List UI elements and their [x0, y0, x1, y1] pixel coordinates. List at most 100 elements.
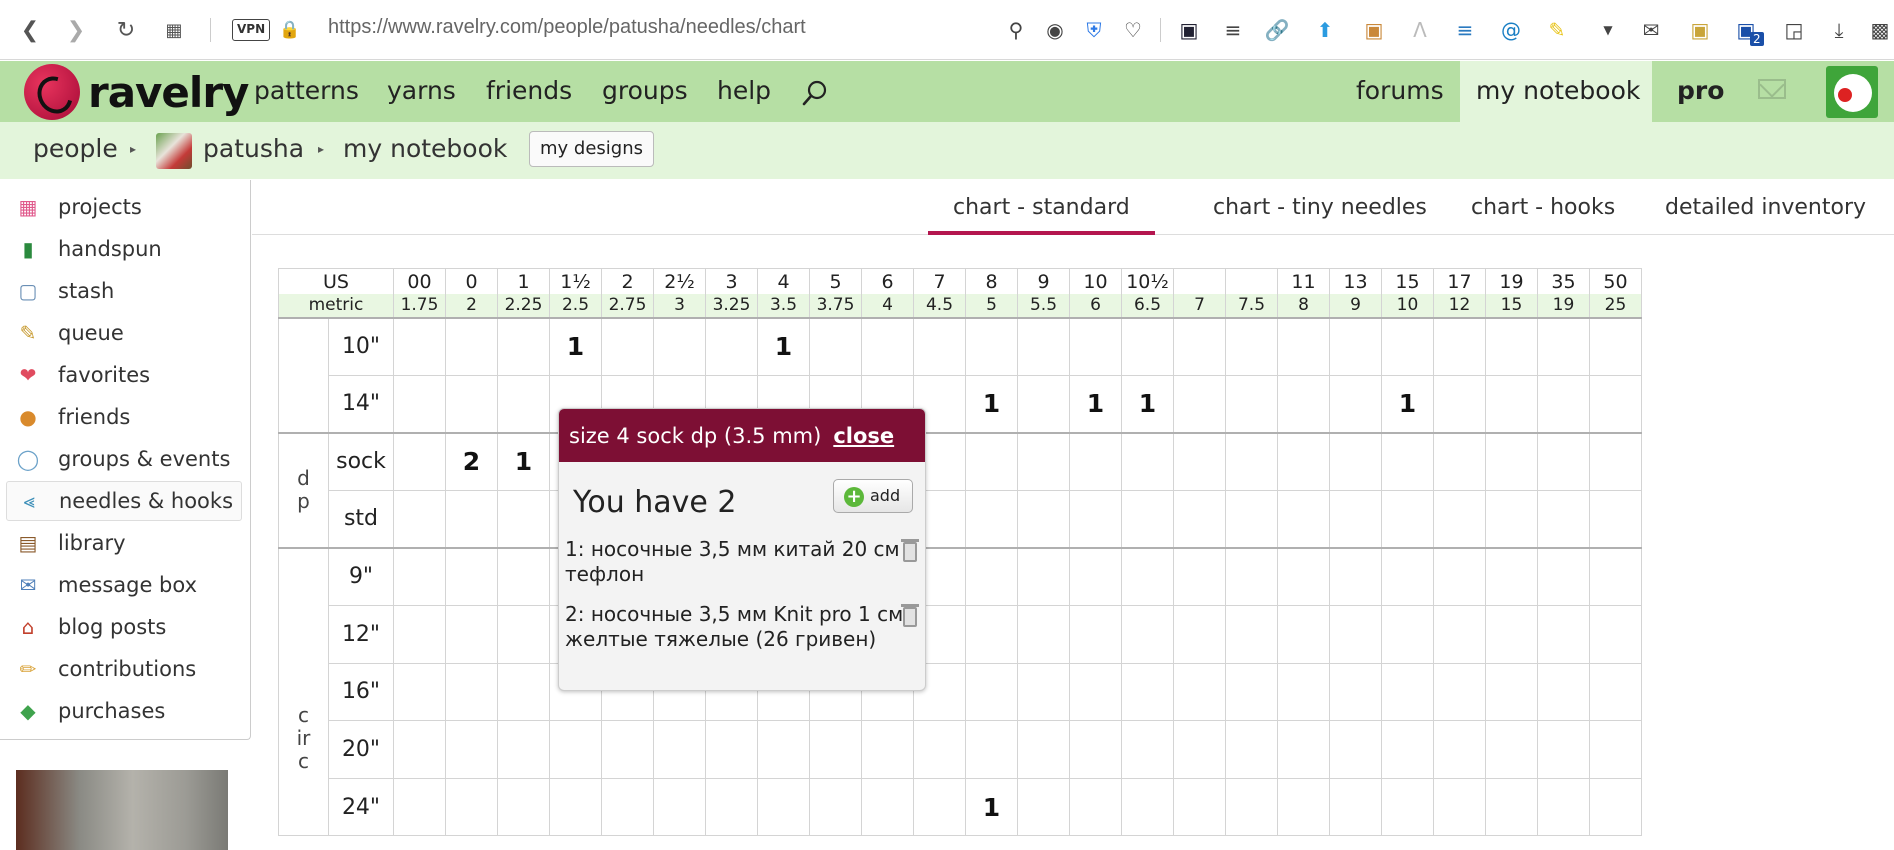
sidebar-item-contributions[interactable]: ✏ contributions [6, 649, 242, 689]
chart-cell[interactable] [1381, 604, 1434, 664]
trash-icon[interactable] [901, 604, 919, 627]
chart-cell[interactable] [1589, 374, 1642, 434]
chart-cell[interactable] [1225, 777, 1278, 837]
chart-cell[interactable] [393, 777, 446, 837]
sidebar-item-stash[interactable]: ▢ stash [6, 271, 242, 311]
chart-cell[interactable] [1173, 546, 1226, 606]
chart-cell[interactable] [1433, 777, 1486, 837]
chart-cell[interactable] [1589, 777, 1642, 837]
chart-cell[interactable] [393, 546, 446, 606]
chart-cell[interactable] [1329, 489, 1382, 549]
chart-cell[interactable] [1589, 604, 1642, 664]
camera-icon[interactable]: ◉ [1041, 16, 1069, 44]
chart-cell[interactable]: 1 [757, 316, 810, 376]
user-avatar[interactable] [1826, 66, 1878, 118]
chart-cell[interactable] [1381, 720, 1434, 779]
chart-cell[interactable] [653, 720, 706, 779]
chart-cell[interactable] [1277, 662, 1330, 722]
chart-cell[interactable] [705, 720, 758, 779]
chart-cell[interactable] [1537, 489, 1590, 549]
chart-cell[interactable] [1173, 489, 1226, 549]
sidebar-item-favorites[interactable]: ❤ favorites [6, 355, 242, 395]
chart-cell[interactable] [497, 777, 550, 837]
chart-cell[interactable] [1121, 489, 1174, 549]
chart-cell[interactable] [1329, 777, 1382, 837]
chart-cell[interactable] [1277, 316, 1330, 376]
lock-icon[interactable]: 🔒 [274, 14, 306, 46]
chart-cell[interactable] [1069, 777, 1122, 837]
chart-cell[interactable] [1537, 316, 1590, 376]
chart-cell[interactable] [1329, 431, 1382, 491]
chart-cell[interactable] [861, 777, 914, 837]
chart-cell[interactable] [601, 316, 654, 376]
chart-cell[interactable] [549, 777, 602, 837]
chart-cell[interactable] [1277, 604, 1330, 664]
chart-cell[interactable] [1017, 604, 1070, 664]
chart-cell[interactable] [1277, 720, 1330, 779]
sidebar-item-queue[interactable]: ✎ queue [6, 313, 242, 353]
chart-cell[interactable] [1069, 489, 1122, 549]
chart-cell[interactable] [705, 777, 758, 837]
chart-cell[interactable] [445, 489, 498, 549]
heart-icon[interactable]: ♡ [1119, 16, 1147, 44]
chart-cell[interactable] [1433, 604, 1486, 664]
chart-cell[interactable] [1433, 662, 1486, 722]
shield-icon[interactable]: ⛨ [1080, 16, 1108, 44]
chart-cell[interactable] [1225, 546, 1278, 606]
chart-cell[interactable] [1485, 489, 1538, 549]
chart-cell[interactable] [497, 489, 550, 549]
chart-cell[interactable] [1121, 431, 1174, 491]
chart-cell[interactable] [1433, 374, 1486, 434]
chart-cell[interactable] [1277, 489, 1330, 549]
chart-cell[interactable] [913, 720, 966, 779]
chart-cell[interactable] [1069, 431, 1122, 491]
chart-cell[interactable] [1173, 316, 1226, 376]
sidebar-item-needles-hooks[interactable]: ⪡ needles & hooks [6, 481, 242, 521]
chart-cell[interactable] [1225, 604, 1278, 664]
forward-icon[interactable]: ❯ [60, 14, 92, 46]
chart-cell[interactable] [1277, 374, 1330, 434]
chart-cell[interactable] [1225, 720, 1278, 779]
chart-cell[interactable] [1433, 546, 1486, 606]
chart-cell[interactable] [497, 662, 550, 722]
arrow-icon[interactable]: ⬆ [1311, 16, 1339, 44]
sidebar-item-projects[interactable]: ▦ projects [6, 187, 242, 227]
tab-chart-hooks[interactable]: chart - hooks [1446, 180, 1640, 235]
chart-cell[interactable]: 1 [1121, 374, 1174, 434]
chart-cell[interactable] [1485, 316, 1538, 376]
pen-icon[interactable]: ✎ [1543, 16, 1571, 44]
chart-cell[interactable] [1537, 777, 1590, 837]
chart-cell[interactable] [1433, 489, 1486, 549]
chart-cell[interactable] [445, 777, 498, 837]
chart-cell[interactable] [393, 431, 446, 491]
chart-cell[interactable] [1485, 662, 1538, 722]
sidebar-item-handspun[interactable]: ▮ handspun [6, 229, 242, 269]
chart-cell[interactable] [1173, 431, 1226, 491]
chart-cell[interactable]: 1 [1069, 374, 1122, 434]
sidebar-item-library[interactable]: ▤ library [6, 523, 242, 563]
at-icon[interactable]: @ [1497, 16, 1525, 44]
chart-cell[interactable] [1017, 720, 1070, 779]
chart-cell[interactable] [965, 489, 1018, 549]
chart-cell[interactable] [913, 316, 966, 376]
box-icon[interactable]: ◲ [1780, 16, 1808, 44]
chart-cell[interactable] [1225, 374, 1278, 434]
add-button[interactable]: + add [833, 479, 913, 513]
chart-cell[interactable] [497, 316, 550, 376]
chart-cell[interactable] [1589, 662, 1642, 722]
address-bar[interactable]: https://www.ravelry.com/people/patusha/n… [328, 16, 806, 39]
nav-my-notebook-tab[interactable]: my notebook [1460, 61, 1652, 122]
sidebar-item-message-box[interactable]: ✉ message box [6, 565, 242, 605]
chart-cell[interactable] [1589, 720, 1642, 779]
nav-friends[interactable]: friends [486, 61, 572, 122]
chart-cell[interactable]: 1 [965, 777, 1018, 837]
sidebar-item-friends[interactable]: ● friends [6, 397, 242, 437]
my-designs-button[interactable]: my designs [529, 131, 654, 167]
chart-cell[interactable]: 2 [445, 431, 498, 491]
chart-cell[interactable] [1329, 604, 1382, 664]
chart-cell[interactable] [393, 316, 446, 376]
chart-cell[interactable] [393, 720, 446, 779]
chart-cell[interactable] [757, 777, 810, 837]
popup-close-link[interactable]: close [833, 424, 894, 448]
chart-cell[interactable] [1069, 604, 1122, 664]
